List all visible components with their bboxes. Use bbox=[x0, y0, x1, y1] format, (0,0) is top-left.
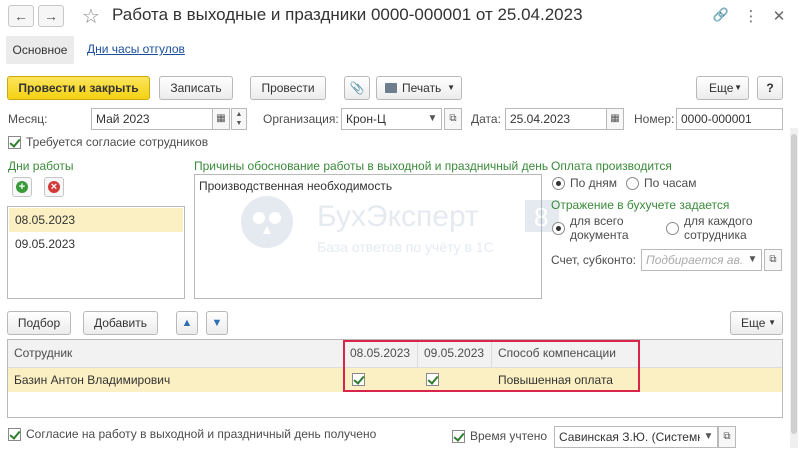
more-button[interactable]: Еще ▼ bbox=[696, 76, 749, 100]
tab-days-hours[interactable]: Дни часы отгулов bbox=[87, 42, 185, 56]
list-item[interactable]: 08.05.2023 bbox=[9, 208, 183, 232]
responsible-field[interactable]: Савинская З.Ю. (Системн bbox=[554, 426, 704, 448]
number-label: Номер: bbox=[634, 112, 675, 126]
post-and-close-button[interactable]: Провести и закрыть bbox=[7, 76, 150, 100]
print-button[interactable]: Печать ▼ bbox=[376, 76, 462, 100]
add-day-button[interactable]: + bbox=[12, 177, 32, 197]
delete-day-button[interactable]: × bbox=[44, 177, 64, 197]
post-button[interactable]: Провести bbox=[250, 76, 326, 100]
month-field[interactable]: Май 2023 bbox=[91, 108, 229, 130]
month-label: Месяц: bbox=[8, 112, 48, 126]
open-icon[interactable]: ⧉ bbox=[718, 426, 736, 448]
account-field[interactable]: Подбирается ав... bbox=[641, 249, 753, 271]
star-icon[interactable]: ☆ bbox=[82, 4, 100, 29]
open-icon[interactable]: ⧉ bbox=[444, 108, 462, 130]
page-title: Работа в выходные и праздники 0000-00000… bbox=[112, 5, 583, 24]
move-down-button[interactable]: ▼ bbox=[206, 311, 228, 335]
by-hours-label: По часам bbox=[644, 176, 697, 190]
reasons-title: Причины обоснование работы в выходной и … bbox=[194, 159, 549, 173]
time-accounted-checkbox[interactable] bbox=[452, 430, 465, 443]
organization-label: Организация: bbox=[263, 112, 339, 126]
arrow-down-icon: ▼ bbox=[211, 317, 223, 329]
save-button[interactable]: Записать bbox=[159, 76, 233, 100]
payment-title: Оплата производится bbox=[551, 159, 672, 173]
open-icon[interactable]: ⧉ bbox=[764, 249, 782, 271]
number-field[interactable]: 0000-000001 bbox=[676, 108, 783, 130]
month-stepper[interactable]: ▲ ▼ bbox=[231, 108, 247, 130]
scrollbar[interactable] bbox=[790, 128, 798, 448]
work-days-list[interactable]: 08.05.2023 09.05.2023 bbox=[7, 206, 185, 299]
list-item[interactable]: 09.05.2023 bbox=[9, 232, 183, 256]
more-label: Еще bbox=[741, 316, 766, 330]
add-button[interactable]: Добавить bbox=[83, 311, 158, 335]
whole-document-radio[interactable] bbox=[552, 222, 565, 235]
employee-cell[interactable]: Базин Антон Владимирович bbox=[8, 368, 344, 392]
close-icon[interactable]: ✕ bbox=[770, 7, 788, 25]
each-employee-label: для каждого сотрудника bbox=[684, 214, 753, 242]
move-up-button[interactable]: ▲ bbox=[176, 311, 198, 335]
accounting-title: Отражение в бухучете задается bbox=[551, 198, 730, 212]
consent-required-label: Требуется согласие сотрудников bbox=[26, 135, 209, 149]
time-accounted-label: Время учтено bbox=[470, 429, 548, 443]
attach-button[interactable]: 📎 bbox=[344, 76, 370, 100]
by-hours-radio[interactable] bbox=[626, 177, 639, 190]
account-label: Счет, субконто: bbox=[551, 253, 636, 267]
chevron-down-icon[interactable]: ▼ bbox=[744, 249, 762, 271]
calendar-icon[interactable]: ▦ bbox=[606, 108, 624, 130]
chevron-down-icon: ▼ bbox=[734, 83, 742, 92]
column-employee[interactable]: Сотрудник bbox=[8, 340, 344, 367]
each-employee-radio[interactable] bbox=[666, 222, 679, 235]
paperclip-icon: 📎 bbox=[349, 81, 365, 95]
chevron-down-icon[interactable]: ▼ bbox=[700, 426, 718, 448]
close-icon: × bbox=[48, 181, 60, 193]
printer-icon bbox=[385, 83, 397, 93]
plus-icon: + bbox=[16, 181, 28, 193]
arrow-up-icon: ▲ bbox=[181, 317, 193, 329]
forward-button[interactable]: → bbox=[38, 5, 64, 27]
calendar-icon[interactable]: ▦ bbox=[212, 108, 230, 130]
date-label: Дата: bbox=[471, 112, 501, 126]
back-button[interactable]: ← bbox=[8, 5, 34, 27]
scrollbar-thumb[interactable] bbox=[791, 134, 797, 434]
link-icon[interactable]: 🔗 bbox=[712, 7, 730, 23]
arrow-left-icon: ← bbox=[14, 8, 28, 24]
help-button[interactable]: ? bbox=[757, 76, 783, 100]
menu-icon[interactable]: ⋮ bbox=[742, 7, 760, 25]
select-button[interactable]: Подбор bbox=[7, 311, 71, 335]
by-days-label: По дням bbox=[570, 176, 618, 190]
highlight-frame bbox=[343, 340, 640, 392]
arrow-right-icon: → bbox=[44, 8, 58, 24]
chevron-down-icon: ▼ bbox=[447, 83, 455, 92]
table-more-button[interactable]: Еще ▼ bbox=[730, 311, 783, 335]
reasons-text: Производственная необходимость bbox=[199, 179, 393, 193]
consent-required-checkbox[interactable] bbox=[8, 136, 21, 149]
more-label: Еще bbox=[709, 81, 734, 95]
print-label: Печать bbox=[402, 81, 442, 95]
consent-received-checkbox[interactable] bbox=[8, 428, 21, 441]
by-days-radio[interactable] bbox=[552, 177, 565, 190]
chevron-down-icon: ▼ bbox=[768, 318, 776, 327]
consent-received-label: Согласие на работу в выходной и празднич… bbox=[26, 427, 377, 441]
chevron-down-icon[interactable]: ▼ bbox=[424, 108, 442, 130]
whole-document-label: для всего документа bbox=[570, 214, 629, 242]
work-days-title: Дни работы bbox=[8, 159, 74, 173]
tab-main[interactable]: Основное bbox=[6, 36, 74, 64]
reasons-textarea[interactable]: Производственная необходимость bbox=[194, 174, 542, 299]
